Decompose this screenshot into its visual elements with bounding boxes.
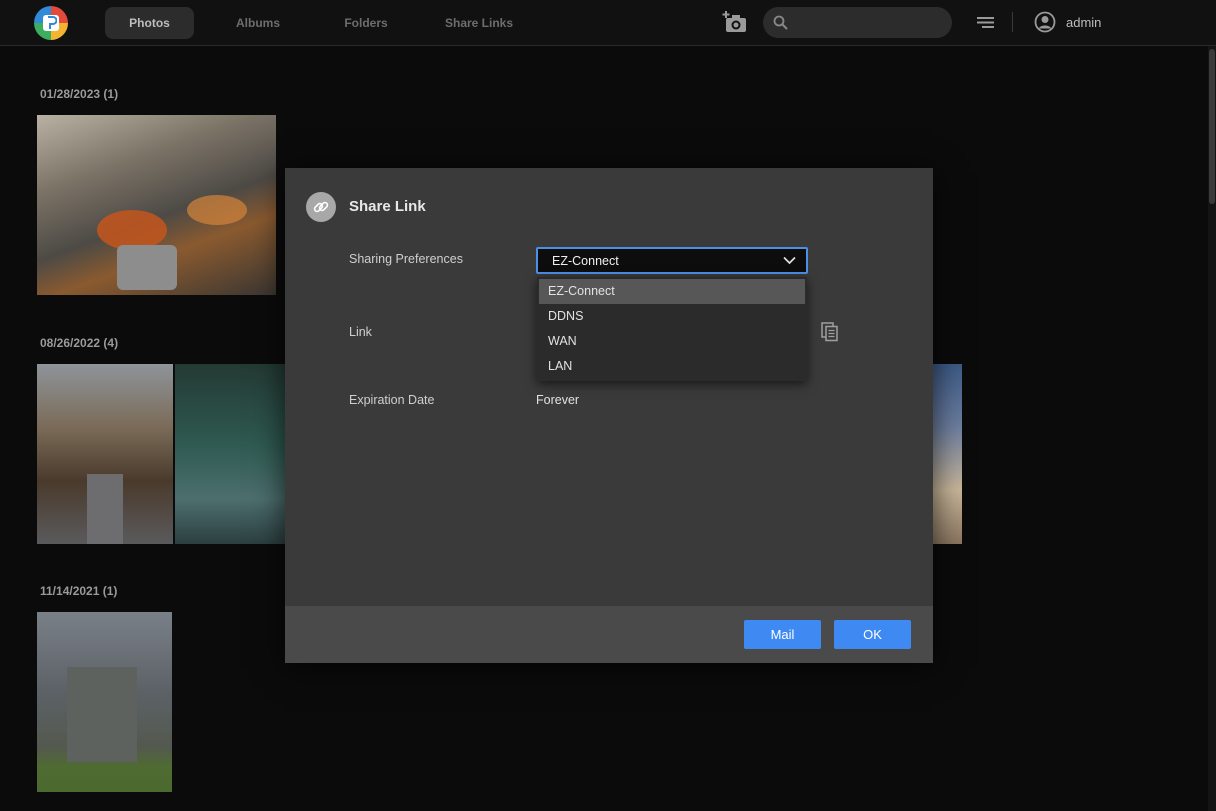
dialog-title: Share Link [349,198,426,215]
share-link-dialog: Share Link Sharing Preferences EZ-Connec… [285,168,933,663]
user-avatar-icon[interactable] [1034,11,1056,33]
add-photo-camera-icon[interactable] [722,10,748,34]
expiration-date-value: Forever [536,393,580,407]
chevron-down-icon [783,256,796,265]
page-scrollbar[interactable] [1208,46,1216,811]
toolbar-divider [1012,12,1013,32]
dialog-footer: Mail OK [285,606,933,663]
copy-icon[interactable] [821,322,839,342]
link-icon [306,192,336,222]
photo-thumbnail[interactable] [175,364,285,544]
photo-thumbnail[interactable] [933,364,962,544]
option-wan[interactable]: WAN [539,329,805,354]
photo-thumbnail[interactable] [37,115,276,295]
sharing-preferences-select[interactable]: EZ-Connect [536,247,808,274]
group-date-label: 08/26/2022 (4) [40,336,119,350]
group-date-label: 01/28/2023 (1) [40,87,119,101]
logo-letter-icon [48,16,57,29]
search-input[interactable] [763,7,952,38]
select-value: EZ-Connect [552,254,619,268]
scrollbar-thumb[interactable] [1209,49,1215,204]
tab-share-links[interactable]: Share Links [431,7,527,39]
group-date-label: 11/14/2021 (1) [40,584,118,598]
mail-button[interactable]: Mail [744,620,821,649]
tab-folders[interactable]: Folders [322,7,410,39]
top-bar: Photos Albums Folders Share Links admin [0,0,1216,46]
sharing-preferences-label: Sharing Preferences [349,252,463,266]
tab-albums[interactable]: Albums [215,7,301,39]
option-lan[interactable]: LAN [539,354,805,379]
user-name[interactable]: admin [1066,15,1101,30]
tab-photos[interactable]: Photos [105,7,194,39]
filter-sort-icon[interactable] [977,16,994,29]
photo-thumbnail[interactable] [37,612,172,792]
option-ddns[interactable]: DDNS [539,304,805,329]
link-label: Link [349,325,372,339]
ok-button[interactable]: OK [834,620,911,649]
search-icon [773,15,788,30]
sharing-preferences-dropdown: EZ-Connect DDNS WAN LAN [537,277,807,381]
option-ez-connect[interactable]: EZ-Connect [539,279,805,304]
expiration-date-label: Expiration Date [349,393,435,407]
app-logo-icon[interactable] [34,6,68,40]
photo-thumbnail[interactable] [37,364,173,544]
